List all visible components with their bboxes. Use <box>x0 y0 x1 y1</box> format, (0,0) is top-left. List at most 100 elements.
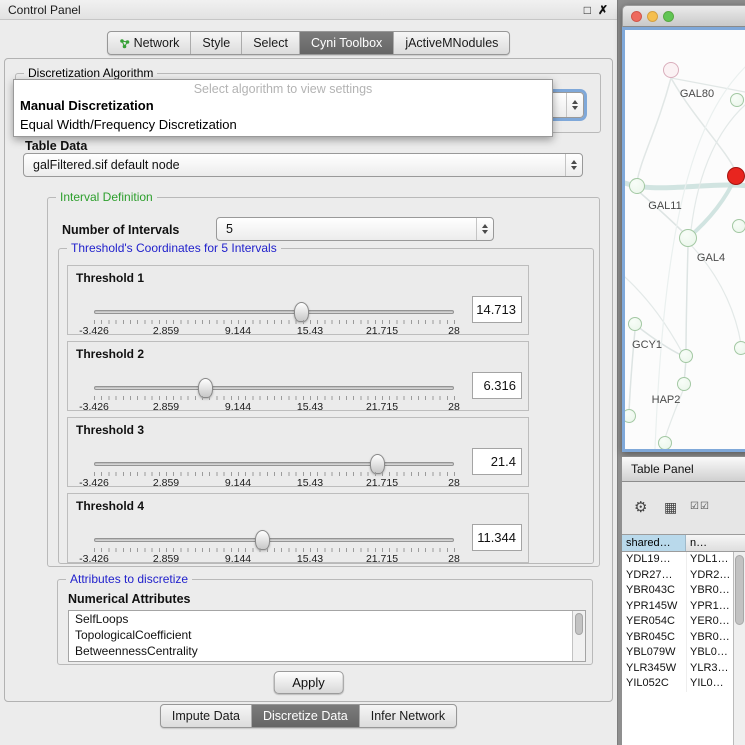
threshold-4-block: Threshold 4 11.344 -3.426 2.859 9.144 <box>67 493 529 563</box>
minimize-traffic-light[interactable] <box>647 11 658 22</box>
cell[interactable]: YER054C <box>622 614 686 630</box>
zoom-traffic-light[interactable] <box>663 11 674 22</box>
threshold-4-value-box[interactable]: 11.344 <box>472 524 522 551</box>
network-node[interactable] <box>679 229 697 247</box>
scale-label: 21.715 <box>366 477 398 489</box>
cell[interactable]: YER0… <box>686 614 733 630</box>
slider-thumb[interactable] <box>294 302 309 322</box>
tab-style[interactable]: Style <box>191 32 242 54</box>
list-scrollbar-thumb[interactable] <box>575 613 583 635</box>
cell[interactable]: YIL052C <box>622 676 686 692</box>
network-canvas[interactable]: GAL80GAL11GAL4GCY1HAP2 <box>625 30 745 449</box>
table-scrollbar-thumb[interactable] <box>735 555 744 625</box>
list-item[interactable]: TopologicalCoefficient <box>69 627 585 643</box>
numerical-attributes-list[interactable]: SelfLoops TopologicalCoefficient Between… <box>68 610 586 662</box>
threshold-2-value-box[interactable]: 6.316 <box>472 372 522 399</box>
tab-impute-data[interactable]: Impute Data <box>161 705 252 727</box>
table-row[interactable]: YPR145W YPR1… <box>622 599 733 615</box>
scale-label: 2.859 <box>153 401 179 413</box>
combo-arrows-icon[interactable] <box>565 154 582 176</box>
network-node[interactable] <box>734 341 745 355</box>
cell[interactable]: YLR3… <box>686 661 733 677</box>
dropdown-option-equal-width-frequency[interactable]: Equal Width/Frequency Discretization <box>20 116 546 134</box>
slider-track[interactable] <box>94 386 454 390</box>
control-panel-titlebar: Control Panel □ ✗ <box>0 0 617 20</box>
table-row[interactable]: YBR043C YBR0… <box>622 583 733 599</box>
dropdown-option-manual-discretization[interactable]: Manual Discretization <box>20 97 546 115</box>
threshold-3-value-box[interactable]: 21.4 <box>472 448 522 475</box>
table-row[interactable]: YDR27… YDR2… <box>622 568 733 584</box>
tab-discretize-data[interactable]: Discretize Data <box>252 705 360 727</box>
float-window-icon[interactable]: □ <box>584 0 591 20</box>
threshold-1-label: Threshold 1 <box>76 271 144 285</box>
cell[interactable]: YDR2… <box>686 568 733 584</box>
slider-ticks <box>94 548 455 552</box>
network-node[interactable] <box>628 317 642 331</box>
cell[interactable]: YIL0… <box>686 676 733 692</box>
cell[interactable]: YBL079W <box>622 645 686 661</box>
column-header-name[interactable]: n… <box>686 535 745 551</box>
scale-label: 28 <box>448 477 460 489</box>
tab-cyni-toolbox[interactable]: Cyni Toolbox <box>300 32 394 54</box>
cell[interactable]: YDL19… <box>622 552 686 568</box>
cell[interactable]: YDR27… <box>622 568 686 584</box>
slider-track[interactable] <box>94 538 454 542</box>
network-node[interactable] <box>679 349 693 363</box>
selected-node[interactable] <box>727 167 745 185</box>
gear-icon[interactable]: ⚙ <box>634 498 647 516</box>
tab-jactivemnodules[interactable]: jActiveMNodules <box>394 32 509 54</box>
column-header-shared-name[interactable]: shared… <box>622 535 686 551</box>
slider-thumb[interactable] <box>198 378 213 398</box>
window-title: Control Panel <box>8 3 81 17</box>
cell[interactable]: YBR0… <box>686 630 733 646</box>
top-tab-group: Network Style Select Cyni Toolbox jActiv… <box>107 31 511 55</box>
close-traffic-light[interactable] <box>631 11 642 22</box>
table-row[interactable]: YLR345W YLR3… <box>622 661 733 677</box>
network-node[interactable] <box>677 377 691 391</box>
network-node[interactable] <box>663 62 679 78</box>
slider-track[interactable] <box>94 462 454 466</box>
cell[interactable]: YPR1… <box>686 599 733 615</box>
network-node[interactable] <box>732 219 745 233</box>
network-node[interactable] <box>658 436 672 450</box>
threshold-1-value-box[interactable]: 14.713 <box>472 296 522 323</box>
list-scrollbar[interactable] <box>572 611 585 661</box>
combo-arrows-icon[interactable] <box>566 93 583 117</box>
cell[interactable]: YBR0… <box>686 583 733 599</box>
network-node[interactable] <box>629 178 645 194</box>
slider-track[interactable] <box>94 310 454 314</box>
table-row[interactable]: YBR045C YBR0… <box>622 630 733 646</box>
slider-thumb[interactable] <box>370 454 385 474</box>
apply-button[interactable]: Apply <box>273 671 344 694</box>
tab-select[interactable]: Select <box>242 32 300 54</box>
network-window-titlebar[interactable] <box>622 5 745 27</box>
network-node[interactable] <box>622 409 636 423</box>
table-row[interactable]: YER054C YER0… <box>622 614 733 630</box>
list-item[interactable]: SelfLoops <box>69 611 585 627</box>
close-window-icon[interactable]: ✗ <box>598 0 608 20</box>
cell[interactable]: YBL0… <box>686 645 733 661</box>
spinner-arrows-icon[interactable] <box>476 218 493 240</box>
slider-scale: -3.426 2.859 9.144 15.43 21.715 28 <box>94 477 454 489</box>
list-item[interactable]: BetweennessCentrality <box>69 643 585 659</box>
cell[interactable]: YBR045C <box>622 630 686 646</box>
table-scrollbar[interactable] <box>733 552 745 745</box>
cell[interactable]: YBR043C <box>622 583 686 599</box>
number-of-intervals-spinner[interactable]: 5 <box>216 217 494 241</box>
node-label: HAP2 <box>652 394 681 406</box>
table-row[interactable]: YBL079W YBL0… <box>622 645 733 661</box>
tab-network[interactable]: Network <box>108 32 192 54</box>
network-node[interactable] <box>730 93 744 107</box>
select-columns-icon[interactable]: ☑☑ <box>690 501 710 512</box>
cell[interactable]: YPR145W <box>622 599 686 615</box>
cyni-toolbox-content: Discretization Algorithm Select algorith… <box>4 58 613 702</box>
table-panel-header[interactable]: Table Panel <box>622 456 745 482</box>
slider-thumb[interactable] <box>255 530 270 550</box>
tab-infer-network[interactable]: Infer Network <box>360 705 456 727</box>
columns-icon[interactable]: ▦ <box>664 499 677 516</box>
cell[interactable]: YLR345W <box>622 661 686 677</box>
table-row[interactable]: YIL052C YIL0… <box>622 676 733 692</box>
table-row[interactable]: YDL19… YDL1… <box>622 552 733 568</box>
table-data-select[interactable]: galFiltered.sif default node <box>23 153 583 177</box>
cell[interactable]: YDL1… <box>686 552 733 568</box>
